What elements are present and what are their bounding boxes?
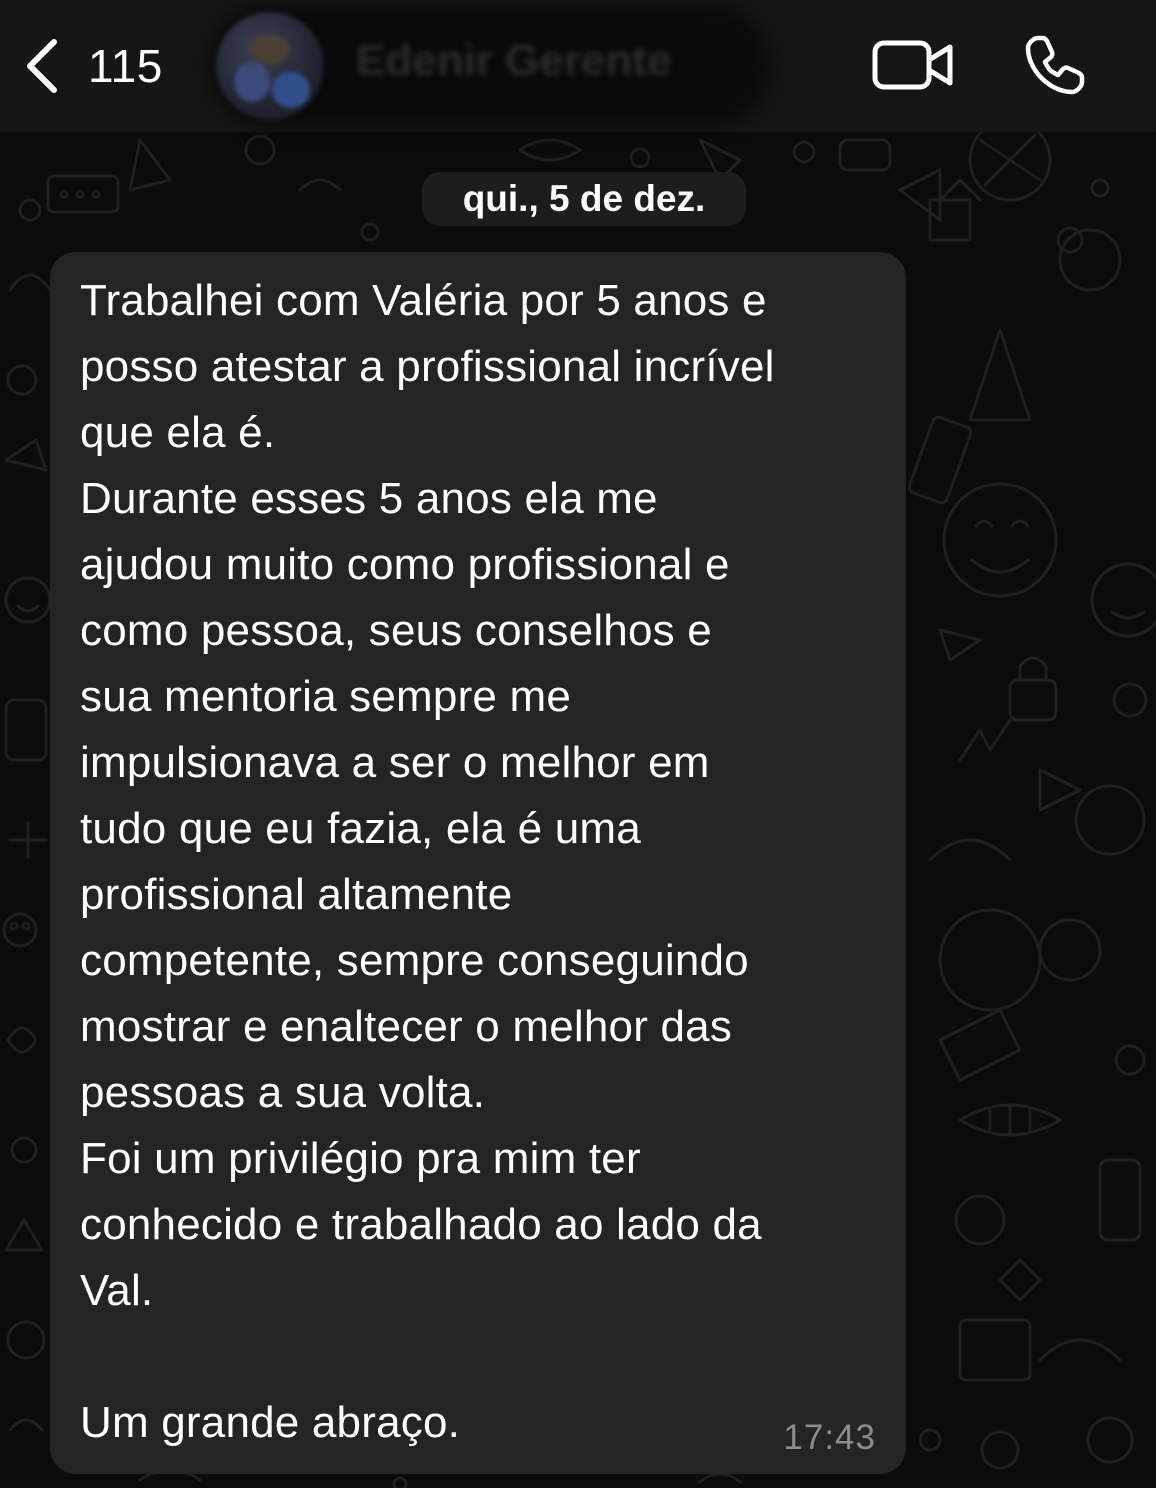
- video-camera-icon[interactable]: [872, 38, 954, 92]
- chevron-left-icon: [27, 39, 57, 93]
- unread-count: 115: [88, 40, 163, 92]
- chat-screen: 115 Edenir Gerente qui., 5 de dez. Traba…: [0, 0, 1156, 1488]
- message-text: Trabalhei com Valéria por 5 anos e posso…: [80, 276, 775, 1447]
- contact-name[interactable]: Edenir Gerente: [356, 36, 671, 86]
- phone-icon[interactable]: [1024, 34, 1086, 96]
- back-button[interactable]: 115: [22, 30, 163, 102]
- message-timestamp: 17:43: [783, 1418, 876, 1457]
- date-separator: qui., 5 de dez.: [422, 172, 746, 226]
- message-bubble[interactable]: Trabalhei com Valéria por 5 anos e posso…: [50, 252, 906, 1474]
- contact-avatar[interactable]: [216, 12, 324, 120]
- chat-header: 115 Edenir Gerente: [0, 0, 1156, 132]
